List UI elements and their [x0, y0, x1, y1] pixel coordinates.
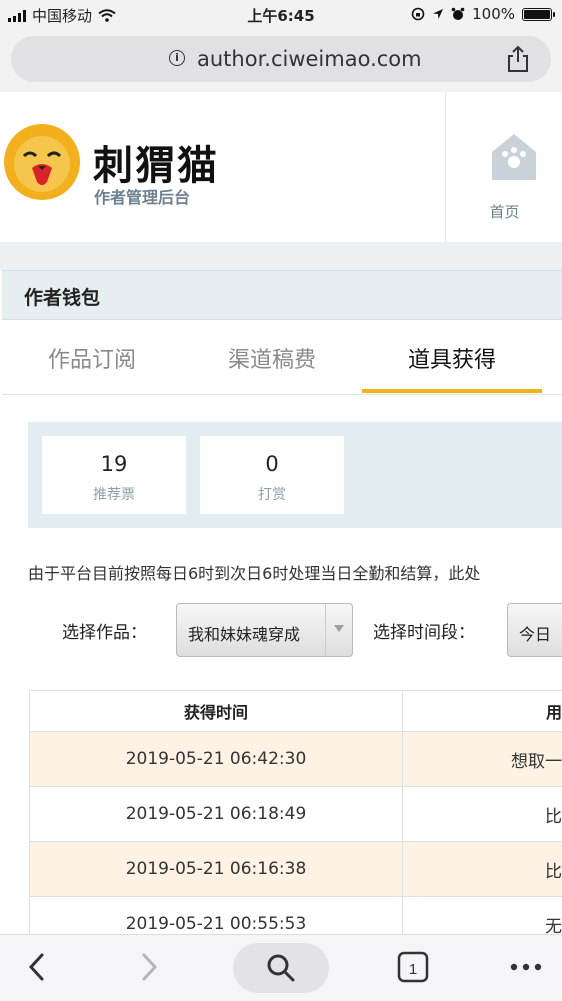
search-button[interactable] [233, 943, 329, 993]
battery-icon [522, 7, 555, 21]
search-icon [267, 954, 295, 982]
header-received-time: 获得时间 [29, 691, 403, 731]
more-icon[interactable] [506, 943, 546, 991]
chevron-down-icon [325, 604, 352, 656]
stat-value: 19 [100, 452, 128, 476]
browser-url-area: i author.ciweimao.com [0, 30, 562, 92]
work-select-value: 我和妹妹魂穿成 [188, 625, 301, 644]
home-icon [492, 134, 536, 180]
period-filter-label: 选择时间段： [373, 623, 475, 643]
active-tab-indicator [362, 389, 542, 393]
cell-time: 2019-05-21 06:18:49 [29, 787, 403, 841]
stat-value: 0 [265, 452, 279, 476]
tab-items-received[interactable]: 道具获得 [362, 342, 542, 374]
wallet-header: 作者钱包 [2, 270, 562, 320]
url-text[interactable]: author.ciweimao.com [197, 47, 422, 71]
brand-subtitle: 作者管理后台 [94, 188, 191, 207]
location-icon [433, 9, 444, 19]
wallet-title: 作者钱包 [24, 287, 101, 309]
stats-panel: 19 推荐票 0 打赏 [28, 422, 562, 528]
wallet-tabs: 作品订阅 渠道稿费 道具获得 [2, 320, 562, 395]
tab-channel-royalties[interactable]: 渠道稿费 [182, 342, 362, 374]
site-header: 刺猬猫 作者管理后台 首页 [0, 92, 562, 242]
cell-time: 2019-05-21 06:42:30 [29, 732, 403, 786]
hedgehog-logo-icon [4, 124, 80, 200]
alarm-icon [451, 7, 465, 20]
stat-tips: 0 打赏 [200, 436, 344, 514]
rotation-lock-icon [411, 7, 425, 21]
back-chevron-icon[interactable] [22, 943, 52, 991]
status-bar: 中国移动 上午6:45 100% [0, 0, 562, 30]
home-label: 首页 [489, 203, 520, 221]
work-select[interactable]: 我和妹妹魂穿成 [176, 603, 353, 657]
stat-label: 推荐票 [93, 487, 135, 503]
home-nav-button[interactable]: 首页 [445, 92, 562, 242]
table-row: 2019-05-21 06:16:38 比 [29, 842, 562, 897]
share-icon[interactable] [505, 45, 531, 73]
period-select-value: 今日 [519, 625, 552, 644]
cell-time: 2019-05-21 06:16:38 [29, 842, 403, 896]
cell-note: 比 [545, 806, 562, 827]
tabs-icon[interactable]: 1 [396, 943, 430, 991]
work-filter-label: 选择作品： [62, 623, 147, 643]
header-note: 用 [545, 703, 562, 722]
tab-subscriptions[interactable]: 作品订阅 [2, 342, 182, 374]
info-icon[interactable]: i [169, 50, 185, 66]
table-row: 2019-05-21 06:42:30 想取一 [29, 732, 562, 787]
svg-text:1: 1 [409, 961, 417, 978]
battery-percent: 100% [472, 5, 515, 23]
stat-recommend-votes: 19 推荐票 [42, 436, 186, 514]
cell-note: 想取一 [511, 751, 562, 772]
table-row: 2019-05-21 06:18:49 比 [29, 787, 562, 842]
battery-fill [524, 9, 550, 19]
table-header-row: 获得时间 用 [29, 690, 562, 732]
period-select[interactable]: 今日 [507, 603, 562, 657]
address-bar[interactable]: i author.ciweimao.com [11, 36, 551, 82]
stat-label: 打赏 [258, 487, 286, 503]
browser-toolbar: 1 [0, 934, 562, 1001]
settlement-notice: 由于平台目前按照每日6时到次日6时处理当日全勤和结算，此处 [28, 564, 481, 583]
section-divider [0, 242, 562, 270]
cell-note: 比 [545, 861, 562, 882]
status-right: 100% [411, 5, 555, 23]
forward-chevron-icon[interactable] [134, 943, 164, 991]
brand-name: 刺猬猫 [93, 142, 219, 189]
